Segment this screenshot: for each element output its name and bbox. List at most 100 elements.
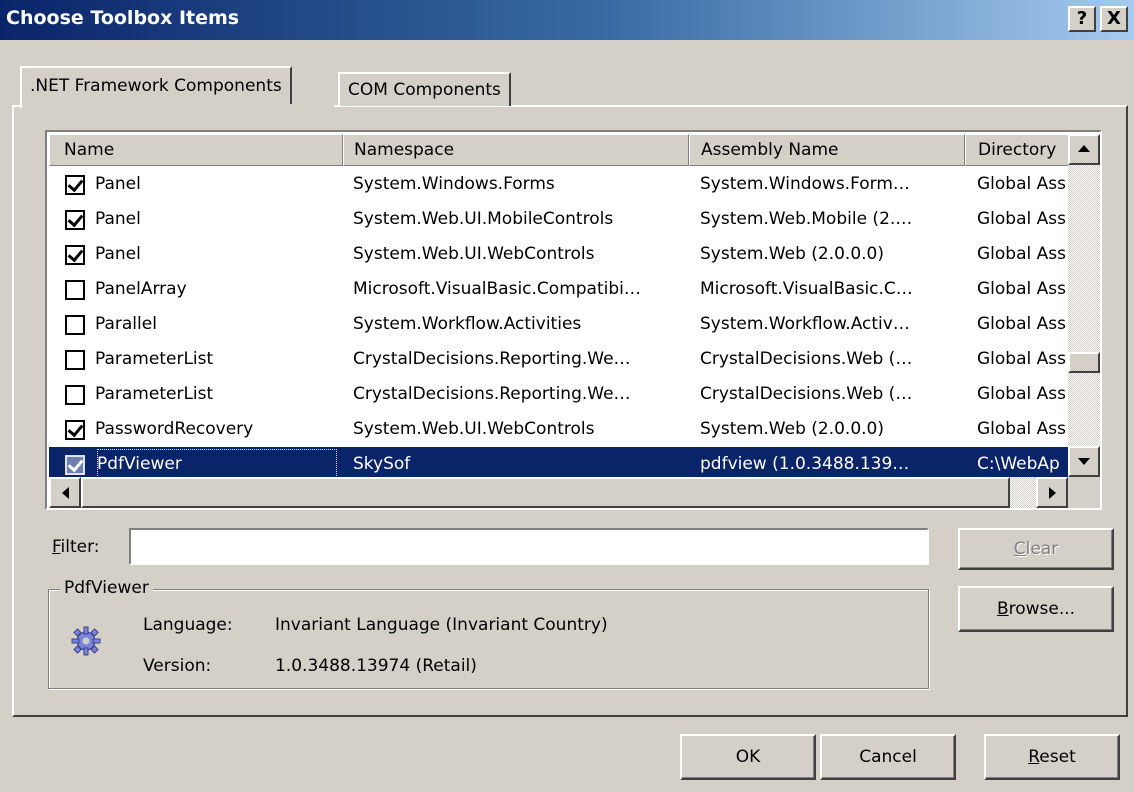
language-label: Language: bbox=[143, 615, 233, 635]
scroll-up-button[interactable] bbox=[1068, 134, 1100, 165]
table-row[interactable]: PasswordRecovery System.Web.UI.WebControl… bbox=[49, 412, 1068, 447]
column-header-name[interactable]: Name bbox=[49, 134, 343, 166]
cell-name: ParameterList bbox=[95, 349, 214, 369]
cell-name: PdfViewer bbox=[95, 447, 339, 477]
filter-input[interactable] bbox=[129, 528, 929, 565]
horizontal-scrollbar[interactable] bbox=[49, 477, 1068, 508]
browse-button[interactable]: Browse... bbox=[958, 586, 1114, 632]
row-checkbox[interactable] bbox=[65, 385, 85, 405]
language-value: Invariant Language (Invariant Country) bbox=[275, 615, 608, 635]
tab-com-components[interactable]: COM Components bbox=[338, 72, 511, 106]
cell-directory: Global Ass bbox=[977, 419, 1066, 439]
scroll-down-button[interactable] bbox=[1068, 446, 1100, 477]
cell-namespace: CrystalDecisions.Reporting.We… bbox=[353, 384, 631, 404]
clear-hotkey: C bbox=[1013, 539, 1026, 559]
browse-rest: rowse... bbox=[1008, 599, 1076, 619]
table-row[interactable]: Parallel System.Workflow.Activities System… bbox=[49, 307, 1068, 342]
tab-net-framework-components[interactable]: .NET Framework Components bbox=[20, 66, 292, 108]
table-row[interactable]: ParameterList CrystalDecisions.Reporting.… bbox=[49, 377, 1068, 412]
table-row[interactable]: Panel System.Windows.Forms System.Windows.… bbox=[49, 167, 1068, 202]
row-checkbox[interactable] bbox=[65, 210, 85, 230]
filter-label-hotkey: F bbox=[52, 537, 61, 557]
row-checkbox[interactable] bbox=[65, 175, 85, 195]
scroll-left-button[interactable] bbox=[49, 477, 81, 508]
cell-name: ParameterList bbox=[95, 384, 214, 404]
cell-namespace: System.Windows.Forms bbox=[353, 174, 555, 194]
cell-assembly: System.Workflow.Activ… bbox=[700, 314, 910, 334]
row-checkbox[interactable] bbox=[65, 280, 85, 300]
tab-label: COM Components bbox=[348, 80, 501, 100]
row-checkbox[interactable] bbox=[65, 455, 85, 475]
arrow-left-icon bbox=[61, 487, 69, 499]
browse-hotkey: B bbox=[996, 599, 1009, 619]
cell-name: Panel bbox=[95, 174, 141, 194]
column-label: Namespace bbox=[354, 140, 455, 160]
column-header-namespace[interactable]: Namespace bbox=[343, 134, 689, 166]
row-checkbox[interactable] bbox=[65, 245, 85, 265]
cell-namespace: System.Web.UI.MobileControls bbox=[353, 209, 614, 229]
details-group-title: PdfViewer bbox=[60, 578, 153, 598]
arrow-up-icon bbox=[1078, 145, 1090, 152]
table-row[interactable]: PanelArray Microsoft.VisualBasic.Compatib… bbox=[49, 272, 1068, 307]
cell-assembly: CrystalDecisions.Web (… bbox=[700, 384, 913, 404]
cell-assembly: Microsoft.VisualBasic.C… bbox=[700, 279, 913, 299]
table-row[interactable]: Panel System.Web.UI.MobileControls System.… bbox=[49, 202, 1068, 237]
row-checkbox[interactable] bbox=[65, 350, 85, 370]
vertical-scrollbar[interactable] bbox=[1068, 134, 1100, 477]
reset-rest: eset bbox=[1039, 747, 1076, 767]
column-label: Directory bbox=[978, 140, 1057, 160]
window-title: Choose Toolbox Items bbox=[6, 7, 240, 29]
cell-name: PasswordRecovery bbox=[95, 419, 254, 439]
cell-directory: Global Ass bbox=[977, 314, 1066, 334]
cell-name: Parallel bbox=[95, 314, 157, 334]
table-row[interactable]: Panel System.Web.UI.WebControls System.Web… bbox=[49, 237, 1068, 272]
column-label: Name bbox=[64, 140, 115, 160]
cell-namespace: Microsoft.VisualBasic.Compatibi… bbox=[353, 279, 641, 299]
scroll-right-button[interactable] bbox=[1036, 477, 1068, 508]
clear-button[interactable]: Clear bbox=[958, 528, 1114, 570]
row-checkbox[interactable] bbox=[65, 420, 85, 440]
row-checkbox[interactable] bbox=[65, 315, 85, 335]
table-row[interactable]: ParameterList CrystalDecisions.Reporting.… bbox=[49, 342, 1068, 377]
horizontal-scroll-thumb[interactable] bbox=[81, 477, 1010, 508]
cell-namespace: CrystalDecisions.Reporting.We… bbox=[353, 349, 631, 369]
gear-icon bbox=[71, 626, 101, 656]
cell-assembly: System.Web (2.0.0.0) bbox=[700, 244, 885, 264]
arrow-right-icon bbox=[1048, 487, 1056, 499]
cell-namespace: SkySof bbox=[353, 454, 411, 474]
reset-button[interactable]: Reset bbox=[984, 734, 1120, 780]
cancel-button[interactable]: Cancel bbox=[820, 734, 956, 780]
clear-rest: lear bbox=[1025, 539, 1059, 559]
cell-namespace: System.Web.UI.WebControls bbox=[353, 244, 595, 264]
cell-name: Panel bbox=[95, 209, 141, 229]
scroll-corner bbox=[1068, 477, 1100, 508]
cell-name: PanelArray bbox=[95, 279, 187, 299]
column-header-directory[interactable]: Directory bbox=[965, 134, 1068, 166]
cell-directory: Global Ass bbox=[977, 279, 1066, 299]
cell-assembly: System.Windows.Form… bbox=[700, 174, 910, 194]
cell-namespace: System.Web.UI.WebControls bbox=[353, 419, 595, 439]
cell-assembly: pdfview (1.0.3488.139… bbox=[700, 454, 910, 474]
version-value: 1.0.3488.13974 (Retail) bbox=[275, 656, 477, 676]
title-bar: Choose Toolbox Items ? X bbox=[0, 0, 1134, 40]
filter-label: Filter: bbox=[52, 537, 100, 557]
vertical-scroll-thumb[interactable] bbox=[1068, 352, 1100, 373]
tab-join bbox=[22, 104, 334, 108]
arrow-down-icon bbox=[1078, 458, 1090, 465]
components-list[interactable]: Name Namespace Assembly Name Directory P… bbox=[45, 130, 1102, 510]
column-label: Assembly Name bbox=[701, 140, 839, 160]
cell-directory: C:\WebAp bbox=[977, 454, 1060, 474]
column-header-assembly-name[interactable]: Assembly Name bbox=[689, 134, 965, 166]
table-row[interactable]: PdfViewer SkySof pdfview (1.0.3488.139… C:\… bbox=[49, 447, 1068, 477]
ok-button[interactable]: OK bbox=[680, 734, 816, 780]
cell-directory: Global Ass bbox=[977, 384, 1066, 404]
help-button[interactable]: ? bbox=[1068, 6, 1096, 32]
cell-assembly: CrystalDecisions.Web (… bbox=[700, 349, 913, 369]
list-viewport: Name Namespace Assembly Name Directory P… bbox=[49, 134, 1068, 477]
cell-directory: Global Ass bbox=[977, 174, 1066, 194]
cell-directory: Global Ass bbox=[977, 244, 1066, 264]
filter-label-rest: ilter: bbox=[60, 537, 100, 557]
cell-name: Panel bbox=[95, 244, 141, 264]
tab-label: .NET Framework Components bbox=[30, 76, 282, 96]
close-button[interactable]: X bbox=[1100, 6, 1128, 32]
